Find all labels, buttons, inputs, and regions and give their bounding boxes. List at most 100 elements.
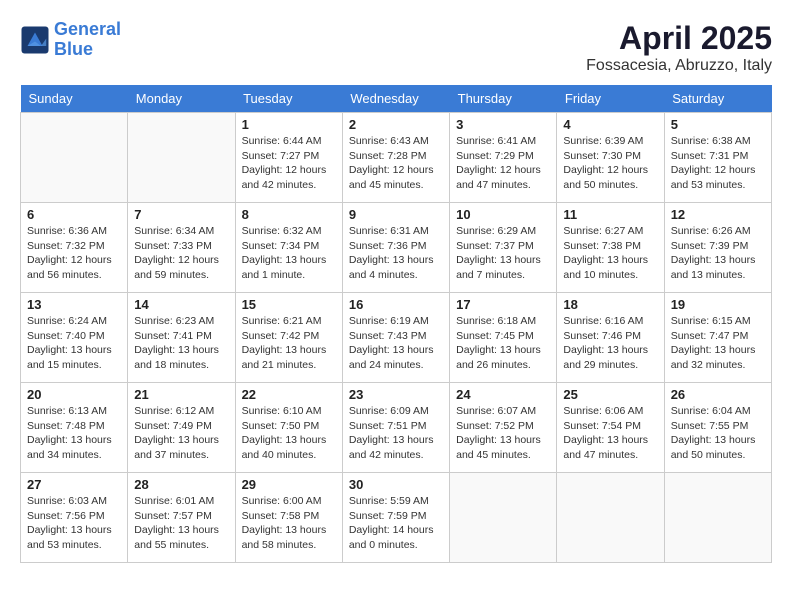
day-number: 2	[349, 117, 443, 132]
day-info: Sunrise: 6:38 AM Sunset: 7:31 PM Dayligh…	[671, 134, 765, 193]
calendar-week-row: 1 Sunrise: 6:44 AM Sunset: 7:27 PM Daylig…	[21, 113, 772, 203]
title-block: April 2025 Fossacesia, Abruzzo, Italy	[586, 20, 772, 75]
calendar-day-cell: 14 Sunrise: 6:23 AM Sunset: 7:41 PM Dayli…	[128, 293, 235, 383]
calendar-day-cell: 25 Sunrise: 6:06 AM Sunset: 7:54 PM Dayli…	[557, 383, 664, 473]
weekday-header: Thursday	[450, 85, 557, 113]
calendar-day-cell: 19 Sunrise: 6:15 AM Sunset: 7:47 PM Dayli…	[664, 293, 771, 383]
day-info: Sunrise: 6:00 AM Sunset: 7:58 PM Dayligh…	[242, 494, 336, 553]
calendar-day-cell	[128, 113, 235, 203]
day-number: 14	[134, 297, 228, 312]
calendar-day-cell: 23 Sunrise: 6:09 AM Sunset: 7:51 PM Dayli…	[342, 383, 449, 473]
day-number: 13	[27, 297, 121, 312]
day-info: Sunrise: 6:10 AM Sunset: 7:50 PM Dayligh…	[242, 404, 336, 463]
day-info: Sunrise: 6:36 AM Sunset: 7:32 PM Dayligh…	[27, 224, 121, 283]
calendar-day-cell: 3 Sunrise: 6:41 AM Sunset: 7:29 PM Daylig…	[450, 113, 557, 203]
day-number: 8	[242, 207, 336, 222]
day-info: Sunrise: 6:43 AM Sunset: 7:28 PM Dayligh…	[349, 134, 443, 193]
day-number: 19	[671, 297, 765, 312]
weekday-header: Friday	[557, 85, 664, 113]
calendar-day-cell: 4 Sunrise: 6:39 AM Sunset: 7:30 PM Daylig…	[557, 113, 664, 203]
day-number: 10	[456, 207, 550, 222]
calendar-day-cell: 27Sunrise: 6:03 AM Sunset: 7:56 PM Dayli…	[21, 473, 128, 563]
calendar-day-cell: 12 Sunrise: 6:26 AM Sunset: 7:39 PM Dayli…	[664, 203, 771, 293]
day-info: Sunrise: 6:31 AM Sunset: 7:36 PM Dayligh…	[349, 224, 443, 283]
calendar-day-cell: 29 Sunrise: 6:00 AM Sunset: 7:58 PM Dayli…	[235, 473, 342, 563]
day-info: Sunrise: 5:59 AM Sunset: 7:59 PM Dayligh…	[349, 494, 443, 553]
day-number: 30	[349, 477, 443, 492]
day-number: 11	[563, 207, 657, 222]
weekday-header-row: SundayMondayTuesdayWednesdayThursdayFrid…	[21, 85, 772, 113]
calendar-day-cell	[21, 113, 128, 203]
calendar-day-cell: 6 Sunrise: 6:36 AM Sunset: 7:32 PM Daylig…	[21, 203, 128, 293]
day-number: 26	[671, 387, 765, 402]
calendar-day-cell: 11Sunrise: 6:27 AM Sunset: 7:38 PM Dayli…	[557, 203, 664, 293]
calendar-day-cell: 10 Sunrise: 6:29 AM Sunset: 7:37 PM Dayli…	[450, 203, 557, 293]
day-number: 28	[134, 477, 228, 492]
calendar-day-cell	[664, 473, 771, 563]
day-info: Sunrise: 6:29 AM Sunset: 7:37 PM Dayligh…	[456, 224, 550, 283]
day-info: Sunrise: 6:07 AM Sunset: 7:52 PM Dayligh…	[456, 404, 550, 463]
day-info: Sunrise: 6:19 AM Sunset: 7:43 PM Dayligh…	[349, 314, 443, 373]
calendar-day-cell: 13 Sunrise: 6:24 AM Sunset: 7:40 PM Dayli…	[21, 293, 128, 383]
calendar-day-cell: 24 Sunrise: 6:07 AM Sunset: 7:52 PM Dayli…	[450, 383, 557, 473]
weekday-header: Sunday	[21, 85, 128, 113]
calendar-day-cell: 2 Sunrise: 6:43 AM Sunset: 7:28 PM Daylig…	[342, 113, 449, 203]
calendar-week-row: 13 Sunrise: 6:24 AM Sunset: 7:40 PM Dayli…	[21, 293, 772, 383]
day-number: 17	[456, 297, 550, 312]
calendar-day-cell: 15Sunrise: 6:21 AM Sunset: 7:42 PM Dayli…	[235, 293, 342, 383]
month-title: April 2025	[586, 20, 772, 57]
day-info: Sunrise: 6:44 AM Sunset: 7:27 PM Dayligh…	[242, 134, 336, 193]
day-number: 22	[242, 387, 336, 402]
day-number: 29	[242, 477, 336, 492]
calendar-day-cell: 22 Sunrise: 6:10 AM Sunset: 7:50 PM Dayli…	[235, 383, 342, 473]
day-number: 23	[349, 387, 443, 402]
day-info: Sunrise: 6:41 AM Sunset: 7:29 PM Dayligh…	[456, 134, 550, 193]
day-number: 7	[134, 207, 228, 222]
day-info: Sunrise: 6:09 AM Sunset: 7:51 PM Dayligh…	[349, 404, 443, 463]
logo-text: General Blue	[54, 20, 121, 60]
calendar-day-cell: 17 Sunrise: 6:18 AM Sunset: 7:45 PM Dayli…	[450, 293, 557, 383]
day-info: Sunrise: 6:18 AM Sunset: 7:45 PM Dayligh…	[456, 314, 550, 373]
day-info: Sunrise: 6:21 AM Sunset: 7:42 PM Dayligh…	[242, 314, 336, 373]
weekday-header: Saturday	[664, 85, 771, 113]
day-number: 24	[456, 387, 550, 402]
calendar-week-row: 27Sunrise: 6:03 AM Sunset: 7:56 PM Dayli…	[21, 473, 772, 563]
day-info: Sunrise: 6:06 AM Sunset: 7:54 PM Dayligh…	[563, 404, 657, 463]
day-info: Sunrise: 6:16 AM Sunset: 7:46 PM Dayligh…	[563, 314, 657, 373]
logo-line1: General	[54, 19, 121, 39]
day-info: Sunrise: 6:12 AM Sunset: 7:49 PM Dayligh…	[134, 404, 228, 463]
day-number: 25	[563, 387, 657, 402]
day-number: 6	[27, 207, 121, 222]
calendar-table: SundayMondayTuesdayWednesdayThursdayFrid…	[20, 85, 772, 563]
day-info: Sunrise: 6:13 AM Sunset: 7:48 PM Dayligh…	[27, 404, 121, 463]
day-number: 16	[349, 297, 443, 312]
day-info: Sunrise: 6:32 AM Sunset: 7:34 PM Dayligh…	[242, 224, 336, 283]
day-number: 4	[563, 117, 657, 132]
day-number: 20	[27, 387, 121, 402]
day-info: Sunrise: 6:15 AM Sunset: 7:47 PM Dayligh…	[671, 314, 765, 373]
calendar-day-cell: 16 Sunrise: 6:19 AM Sunset: 7:43 PM Dayli…	[342, 293, 449, 383]
calendar-day-cell: 1 Sunrise: 6:44 AM Sunset: 7:27 PM Daylig…	[235, 113, 342, 203]
day-info: Sunrise: 6:26 AM Sunset: 7:39 PM Dayligh…	[671, 224, 765, 283]
calendar-day-cell: 28Sunrise: 6:01 AM Sunset: 7:57 PM Dayli…	[128, 473, 235, 563]
calendar-day-cell: 20 Sunrise: 6:13 AM Sunset: 7:48 PM Dayli…	[21, 383, 128, 473]
calendar-day-cell: 9 Sunrise: 6:31 AM Sunset: 7:36 PM Daylig…	[342, 203, 449, 293]
day-info: Sunrise: 6:23 AM Sunset: 7:41 PM Dayligh…	[134, 314, 228, 373]
day-number: 1	[242, 117, 336, 132]
location: Fossacesia, Abruzzo, Italy	[586, 57, 772, 75]
calendar-week-row: 6 Sunrise: 6:36 AM Sunset: 7:32 PM Daylig…	[21, 203, 772, 293]
calendar-day-cell	[450, 473, 557, 563]
day-info: Sunrise: 6:24 AM Sunset: 7:40 PM Dayligh…	[27, 314, 121, 373]
calendar-day-cell: 5Sunrise: 6:38 AM Sunset: 7:31 PM Daylig…	[664, 113, 771, 203]
day-info: Sunrise: 6:34 AM Sunset: 7:33 PM Dayligh…	[134, 224, 228, 283]
weekday-header: Monday	[128, 85, 235, 113]
day-number: 21	[134, 387, 228, 402]
day-number: 9	[349, 207, 443, 222]
calendar-day-cell: 7 Sunrise: 6:34 AM Sunset: 7:33 PM Daylig…	[128, 203, 235, 293]
day-number: 12	[671, 207, 765, 222]
logo-icon	[20, 25, 50, 55]
page-header: General Blue April 2025 Fossacesia, Abru…	[20, 20, 772, 75]
day-info: Sunrise: 6:39 AM Sunset: 7:30 PM Dayligh…	[563, 134, 657, 193]
day-number: 3	[456, 117, 550, 132]
logo: General Blue	[20, 20, 121, 60]
